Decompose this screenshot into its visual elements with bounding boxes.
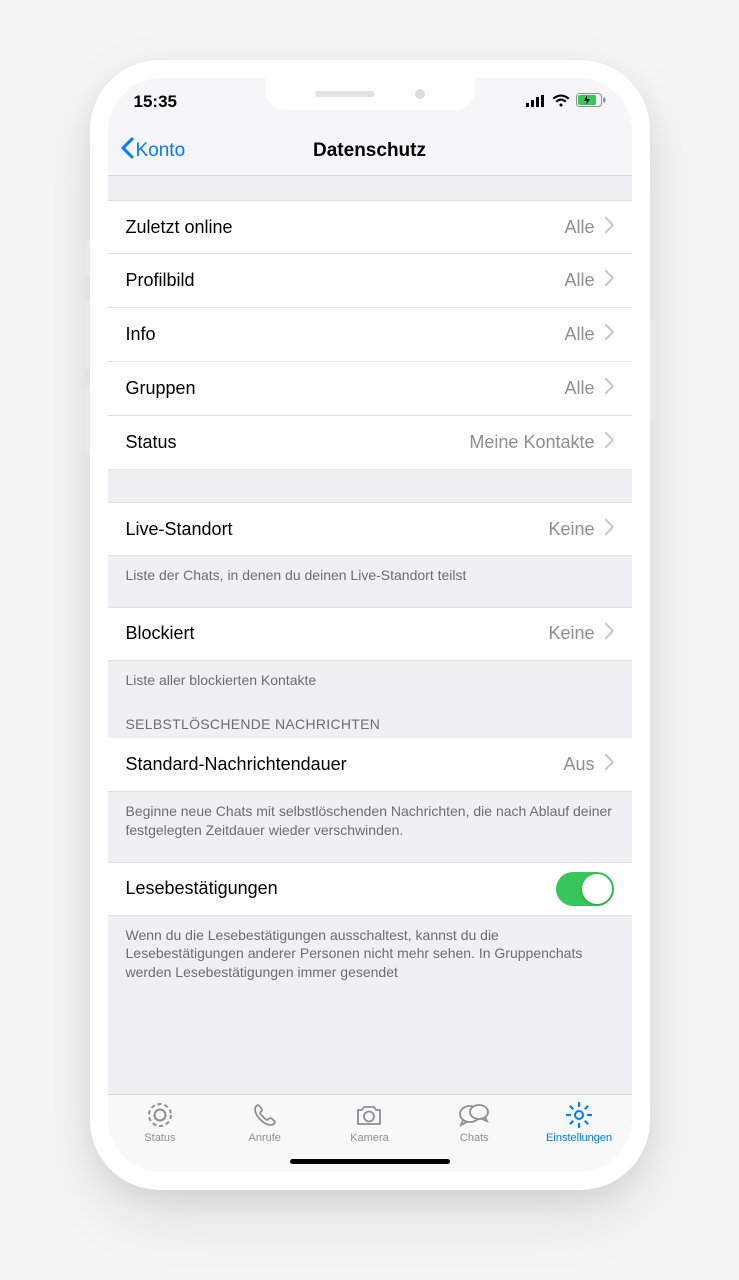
signal-icon (526, 92, 546, 112)
row-value: Alle (564, 217, 594, 238)
row-label: Zuletzt online (126, 217, 565, 238)
status-time: 15:35 (134, 92, 177, 112)
row-profile-photo[interactable]: Profilbild Alle (108, 254, 632, 308)
row-about[interactable]: Info Alle (108, 308, 632, 362)
row-value: Alle (564, 378, 594, 399)
footer-live-location: Liste der Chats, in denen du deinen Live… (108, 556, 632, 589)
back-button[interactable]: Konto (120, 137, 186, 165)
row-label: Lesebestätigungen (126, 878, 556, 899)
tab-label: Chats (460, 1132, 489, 1144)
row-label: Gruppen (126, 378, 565, 399)
camera-icon (355, 1101, 383, 1129)
gear-icon (566, 1101, 592, 1129)
tab-status[interactable]: Status (108, 1101, 213, 1172)
settings-list[interactable]: Zuletzt online Alle Profilbild Alle Info… (108, 176, 632, 1094)
chevron-right-icon (605, 432, 614, 453)
chevron-right-icon (605, 754, 614, 775)
footer-read-receipts: Wenn du die Lesebestätigungen ausschalte… (108, 916, 632, 983)
row-status[interactable]: Status Meine Kontakte (108, 416, 632, 470)
row-default-message-timer[interactable]: Standard-Nachrichtendauer Aus (108, 738, 632, 792)
row-label: Standard-Nachrichtendauer (126, 754, 564, 775)
front-camera (415, 89, 425, 99)
row-label: Blockiert (126, 623, 549, 644)
row-last-seen[interactable]: Zuletzt online Alle (108, 200, 632, 254)
group-blocked: Blockiert Keine Liste aller blockierten … (108, 607, 632, 694)
row-label: Info (126, 324, 565, 345)
home-indicator[interactable] (290, 1159, 450, 1164)
tab-settings[interactable]: Einstellungen (527, 1101, 632, 1172)
row-label: Profilbild (126, 270, 565, 291)
row-value: Keine (548, 623, 594, 644)
toggle-knob (582, 874, 612, 904)
screen: 15:35 Konto Datenschutz (108, 78, 632, 1172)
row-value: Alle (564, 324, 594, 345)
back-label: Konto (136, 140, 186, 162)
row-label: Status (126, 432, 470, 453)
group-visibility: Zuletzt online Alle Profilbild Alle Info… (108, 200, 632, 470)
row-value: Meine Kontakte (469, 432, 594, 453)
tab-label: Status (144, 1132, 175, 1144)
read-receipts-toggle[interactable] (556, 872, 614, 906)
tab-label: Kamera (350, 1132, 389, 1144)
chevron-left-icon (120, 137, 134, 165)
chevron-right-icon (605, 270, 614, 291)
chevron-right-icon (605, 519, 614, 540)
row-groups[interactable]: Gruppen Alle (108, 362, 632, 416)
mute-switch (85, 240, 90, 276)
chevron-right-icon (605, 217, 614, 238)
tab-label: Einstellungen (546, 1132, 612, 1144)
row-label: Live-Standort (126, 519, 549, 540)
footer-message-timer: Beginne neue Chats mit selbstlöschenden … (108, 792, 632, 844)
side-button (650, 320, 655, 420)
nav-bar: Konto Datenschutz (108, 126, 632, 176)
footer-blocked: Liste aller blockierten Kontakte (108, 661, 632, 694)
group-disappearing: SELBSTLÖSCHENDE NACHRICHTEN Standard-Nac… (108, 694, 632, 844)
row-live-location[interactable]: Live-Standort Keine (108, 502, 632, 556)
group-live-location: Live-Standort Keine Liste der Chats, in … (108, 502, 632, 589)
volume-up-button (85, 300, 90, 370)
row-value: Aus (563, 754, 594, 775)
page-title: Datenschutz (108, 140, 632, 162)
row-blocked[interactable]: Blockiert Keine (108, 607, 632, 661)
row-value: Alle (564, 270, 594, 291)
device-frame: 15:35 Konto Datenschutz (90, 60, 650, 1190)
notch (265, 78, 475, 110)
wifi-icon (552, 92, 570, 112)
section-header-disappearing: SELBSTLÖSCHENDE NACHRICHTEN (108, 694, 632, 738)
group-read-receipts: Lesebestätigungen Wenn du die Lesebestät… (108, 862, 632, 983)
volume-down-button (85, 385, 90, 455)
chevron-right-icon (605, 623, 614, 644)
chevron-right-icon (605, 324, 614, 345)
row-read-receipts: Lesebestätigungen (108, 862, 632, 916)
chevron-right-icon (605, 378, 614, 399)
chats-icon (459, 1101, 489, 1129)
row-value: Keine (548, 519, 594, 540)
battery-icon (576, 92, 606, 112)
tab-label: Anrufe (248, 1132, 280, 1144)
phone-icon (252, 1101, 278, 1129)
status-icon (147, 1101, 173, 1129)
speaker-grille (315, 91, 375, 97)
